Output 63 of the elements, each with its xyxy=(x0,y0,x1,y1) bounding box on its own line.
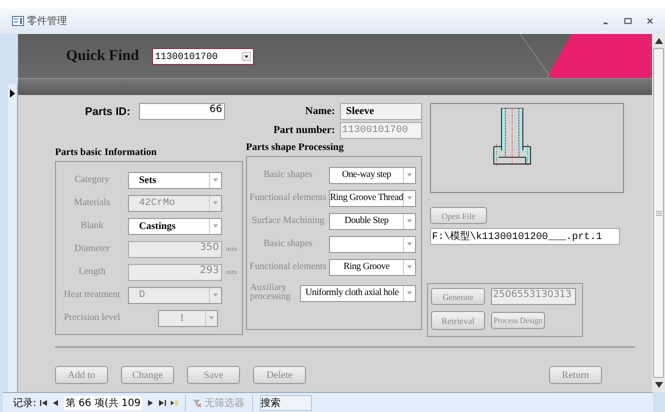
field-label: Parts ID: xyxy=(85,106,130,118)
field-label: Length xyxy=(78,267,106,277)
field-label: Basic shapes xyxy=(262,170,314,180)
field-label: Basic shapes xyxy=(262,239,314,249)
field-label: Precision level xyxy=(62,313,122,323)
scrollbar-thumb[interactable] xyxy=(653,48,664,378)
first-record-icon[interactable] xyxy=(40,398,48,406)
record-selector[interactable] xyxy=(8,84,18,392)
filter-status[interactable]: 无筛选器 xyxy=(204,396,245,410)
quick-find-label: Quick Find xyxy=(66,48,139,64)
record-position-field[interactable]: 第 66 项(共 109 xyxy=(64,396,142,410)
previous-record-icon[interactable] xyxy=(52,398,60,406)
file-path-field[interactable]: F:\模型\k11300101200___.prt.1 xyxy=(430,228,620,245)
code-field[interactable]: 2506553130313 xyxy=(491,288,576,305)
window-title: 零件管理 xyxy=(27,15,67,28)
scroll-down-icon[interactable] xyxy=(654,382,662,388)
name-field[interactable]: Sleeve xyxy=(340,103,422,120)
action-button[interactable]: Add to xyxy=(55,366,108,384)
dropdown[interactable]: Uniformly cloth axial hole xyxy=(300,284,416,302)
record-label: 记录: xyxy=(13,396,36,410)
maximize-icon[interactable] xyxy=(624,17,632,25)
field-label: Auxiliary processing xyxy=(249,284,292,302)
action-button[interactable]: Save xyxy=(187,366,240,384)
dropdown[interactable]: Castings xyxy=(128,218,222,234)
scroll-up-icon[interactable] xyxy=(654,38,662,44)
field-label: Materials xyxy=(73,198,111,208)
field-label: Surface Machining xyxy=(250,216,326,226)
action-button[interactable]: Change xyxy=(121,366,174,384)
parts-id-field[interactable]: 66 xyxy=(139,103,226,120)
form-icon xyxy=(12,16,24,26)
section-heading: Parts shape Processing xyxy=(246,142,345,153)
section-heading: Parts basic Information xyxy=(55,147,158,158)
dropdown[interactable]: Double Step xyxy=(329,212,416,230)
close-icon[interactable] xyxy=(646,17,654,25)
field-label: Heat treatment xyxy=(62,290,122,300)
dropdown-arrow-icon[interactable] xyxy=(242,52,251,60)
grip-icon xyxy=(656,210,662,216)
dropdown[interactable]: Sets xyxy=(128,172,222,188)
open-file-button[interactable]: Open File xyxy=(430,207,487,224)
field-label: Blank xyxy=(80,221,104,231)
next-record-icon[interactable] xyxy=(146,398,154,406)
quick-find-dropdown[interactable]: 11300101700 xyxy=(152,48,254,64)
return-button[interactable]: Return xyxy=(549,366,602,384)
dropdown[interactable] xyxy=(329,236,416,252)
new-record-icon[interactable] xyxy=(170,398,178,406)
field-label: Functional elements xyxy=(248,193,328,203)
dropdown[interactable]: One-way step xyxy=(329,166,416,184)
search-field[interactable]: 搜索 xyxy=(260,394,312,410)
field-label: Functional elements xyxy=(248,262,328,272)
dropdown[interactable]: Ring Groove xyxy=(329,258,416,276)
action-button[interactable]: Delete xyxy=(253,366,306,384)
part-number-field[interactable]: 11300101700 xyxy=(340,122,422,139)
process-design-button[interactable]: Process Design xyxy=(491,312,545,329)
last-record-icon[interactable] xyxy=(158,398,166,406)
dropdown[interactable]: Ring Groove Thread xyxy=(329,190,416,206)
pointer-icon xyxy=(10,89,15,98)
filter-icon[interactable] xyxy=(192,398,201,406)
generate-button[interactable]: Generate xyxy=(431,288,485,305)
field-label: Category xyxy=(74,175,110,185)
field-label: Name: xyxy=(305,106,335,117)
retrieval-button[interactable]: Retrieval xyxy=(431,311,485,330)
field-label: Diameter xyxy=(73,244,111,254)
field-label: Part number: xyxy=(273,125,335,136)
